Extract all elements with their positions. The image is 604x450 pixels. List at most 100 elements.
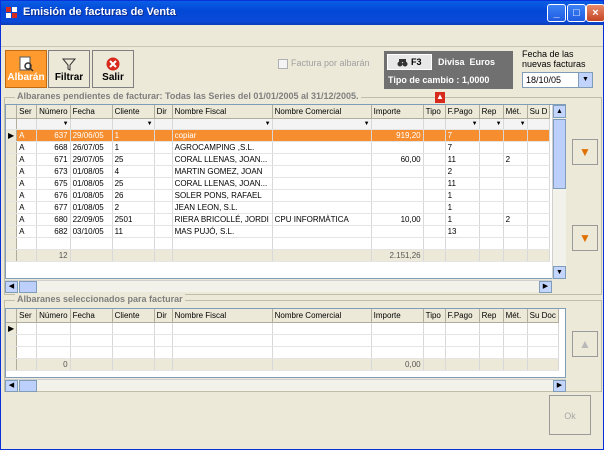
table-cell: 25 <box>112 177 155 190</box>
column-header-0[interactable]: Ser <box>16 309 38 323</box>
menu-bar <box>1 25 603 47</box>
column-header-10[interactable]: Rep <box>479 105 504 119</box>
column-filter-7[interactable] <box>371 118 424 130</box>
column-header-5[interactable]: Nombre Fiscal <box>172 309 273 323</box>
column-header-8[interactable]: Tipo <box>423 309 446 323</box>
chevron-down-icon[interactable]: ▼ <box>63 121 69 127</box>
close-button[interactable]: × <box>586 4 604 22</box>
table-row[interactable]: A 668 26/07/05 1 AGROCAMPING ,S.L. 7 <box>6 141 551 154</box>
table-row[interactable]: A 675 01/08/05 25 CORAL LLENAS, JOAN... 11 <box>6 177 551 190</box>
column-filter-9[interactable]: ▼ <box>445 118 480 130</box>
column-header-3[interactable]: Cliente <box>112 105 155 119</box>
chevron-down-icon[interactable]: ▼ <box>520 121 526 127</box>
table-cell <box>479 177 504 190</box>
column-header-9[interactable]: F.Pago <box>445 309 480 323</box>
table-cell: 671 <box>36 153 71 166</box>
column-header-8[interactable]: Tipo <box>423 105 446 119</box>
column-header-3[interactable]: Cliente <box>112 309 155 323</box>
column-filter-3[interactable]: ▼ <box>112 118 155 130</box>
column-filter-8[interactable] <box>423 118 446 130</box>
selected-table: Ser Número Fecha Cliente Dir Nombre Fiscal Nom… <box>6 309 559 371</box>
table-cell: CPU INFORMÀTICA <box>272 213 372 226</box>
chevron-down-icon[interactable]: ▼ <box>265 121 271 127</box>
column-header-0[interactable]: Ser <box>16 105 38 119</box>
column-header-5[interactable]: Nombre Fiscal <box>172 105 273 119</box>
ok-button[interactable]: Ok <box>549 395 591 435</box>
column-header-4[interactable]: Dir <box>154 105 173 119</box>
column-header-2[interactable]: Fecha <box>70 105 113 119</box>
main-window: Emisión de facturas de Venta _ □ × Albar… <box>0 0 604 450</box>
move-down-one-button[interactable]: ▼ <box>572 139 598 165</box>
table-row[interactable]: A 673 01/08/05 4 MARTIN GOMEZ, JOAN 2 <box>6 165 551 178</box>
scroll-down-icon[interactable]: ▼ <box>553 266 566 279</box>
move-down-all-button[interactable]: ▼ <box>572 225 598 251</box>
column-header-10[interactable]: Rep <box>479 309 504 323</box>
albaran-button[interactable]: Albarán <box>5 50 47 88</box>
selected-hscroll[interactable]: ◀ ▶ <box>5 379 566 392</box>
column-header-2[interactable]: Fecha <box>70 309 113 323</box>
column-filter-10[interactable]: ▼ <box>479 118 504 130</box>
maximize-button[interactable]: □ <box>567 4 586 22</box>
pending-vscroll[interactable]: ▲ ▼ <box>552 105 566 279</box>
factura-por-albaran-checkbox[interactable]: Factura por albarán <box>278 58 370 69</box>
table-cell <box>423 141 446 154</box>
table-cell: 1 <box>112 141 155 154</box>
scroll-left-icon[interactable]: ◀ <box>5 380 18 392</box>
table-row[interactable]: A 677 01/08/05 2 JEAN LEON, S.L. 1 <box>6 201 551 214</box>
table-cell <box>371 189 424 202</box>
column-header-11[interactable]: Mét. <box>503 309 528 323</box>
column-filter-4[interactable] <box>154 118 173 130</box>
minimize-button[interactable]: _ <box>547 4 566 22</box>
column-header-7[interactable]: Importe <box>371 105 424 119</box>
column-filter-11[interactable]: ▼ <box>503 118 528 130</box>
column-header-9[interactable]: F.Pago <box>445 105 480 119</box>
column-header-6[interactable]: Nombre Comercial <box>272 309 372 323</box>
sort-marker-icon[interactable]: ▲ <box>435 92 445 103</box>
fecha-select[interactable]: 18/10/05 ▼ <box>522 72 593 88</box>
column-header-11[interactable]: Mét. <box>503 105 528 119</box>
column-filter-12[interactable] <box>527 118 551 130</box>
column-filter-6[interactable]: ▼ <box>272 118 372 130</box>
column-header-12[interactable]: Su Doc <box>527 309 559 323</box>
pending-hscroll[interactable]: ◀ ▶ <box>5 280 552 293</box>
checkbox-box <box>278 58 288 69</box>
chevron-down-icon[interactable]: ▼ <box>496 121 502 127</box>
move-up-button[interactable]: ▲ <box>572 331 598 357</box>
chevron-down-icon[interactable]: ▼ <box>364 121 370 127</box>
chevron-down-icon[interactable]: ▼ <box>578 73 592 87</box>
scroll-thumb[interactable] <box>553 119 566 189</box>
filtrar-button[interactable]: Filtrar <box>48 50 90 88</box>
scroll-up-icon[interactable]: ▲ <box>553 105 566 118</box>
table-row[interactable]: A 680 22/09/05 2501 RIERA BRICOLLÉ, JORDI CPU… <box>6 213 551 226</box>
chevron-down-icon[interactable]: ▼ <box>147 121 153 127</box>
column-header-4[interactable]: Dir <box>154 309 173 323</box>
column-header-1[interactable]: Número <box>36 309 71 323</box>
table-cell <box>479 129 504 142</box>
column-header-7[interactable]: Importe <box>371 309 424 323</box>
table-row[interactable]: A 682 03/10/05 11 MAS PUJÓ, S.L. 13 <box>6 225 551 238</box>
scroll-left-icon[interactable]: ◀ <box>5 281 18 293</box>
table-cell: 29/07/05 <box>70 153 113 166</box>
table-row[interactable]: A 671 29/07/05 25 CORAL LLENAS, JOAN... 60,00… <box>6 153 551 166</box>
chevron-down-icon[interactable]: ▼ <box>472 121 478 127</box>
salir-button[interactable]: Salir <box>92 50 134 88</box>
table-row[interactable]: A 676 01/08/05 26 SOLER PONS, RAFAEL 1 <box>6 189 551 202</box>
row-indicator <box>6 177 18 190</box>
column-filter-1[interactable]: ▼ <box>36 118 71 130</box>
column-header-1[interactable]: Número <box>36 105 71 119</box>
column-filter-0[interactable] <box>16 118 38 130</box>
scroll-right-icon[interactable]: ▶ <box>539 281 552 293</box>
row-indicator <box>6 141 18 154</box>
table-cell <box>527 165 551 178</box>
hscroll-thumb[interactable] <box>19 380 37 392</box>
column-filter-5[interactable]: ▼ <box>172 118 273 130</box>
table-row[interactable]: ▶ A 637 29/06/05 1 copiar 919,20 7 <box>6 129 551 142</box>
column-header-6[interactable]: Nombre Comercial <box>272 105 372 119</box>
f3-button[interactable]: F3 <box>387 54 432 70</box>
column-header-12[interactable]: Su D <box>527 105 551 119</box>
table-cell: 2501 <box>112 213 155 226</box>
scroll-right-icon[interactable]: ▶ <box>553 380 566 392</box>
hscroll-thumb[interactable] <box>19 281 37 293</box>
column-filter-2[interactable] <box>70 118 113 130</box>
table-cell: 2 <box>503 153 528 166</box>
